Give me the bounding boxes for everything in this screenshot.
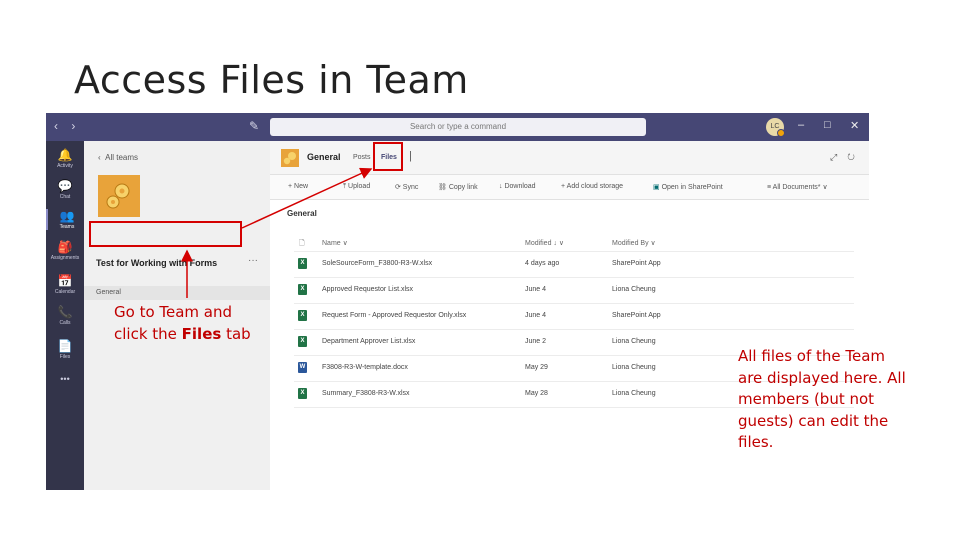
callout-text-b: tab [221,325,251,343]
callout-files-note: All files of the Team are displayed here… [738,347,906,451]
annotation-arrows [181,167,373,298]
callout-instructions: Go to Team and click the Files tab [114,301,264,345]
callout-text-bold: Files [181,325,222,343]
arrow-to-files-tab [241,167,373,229]
